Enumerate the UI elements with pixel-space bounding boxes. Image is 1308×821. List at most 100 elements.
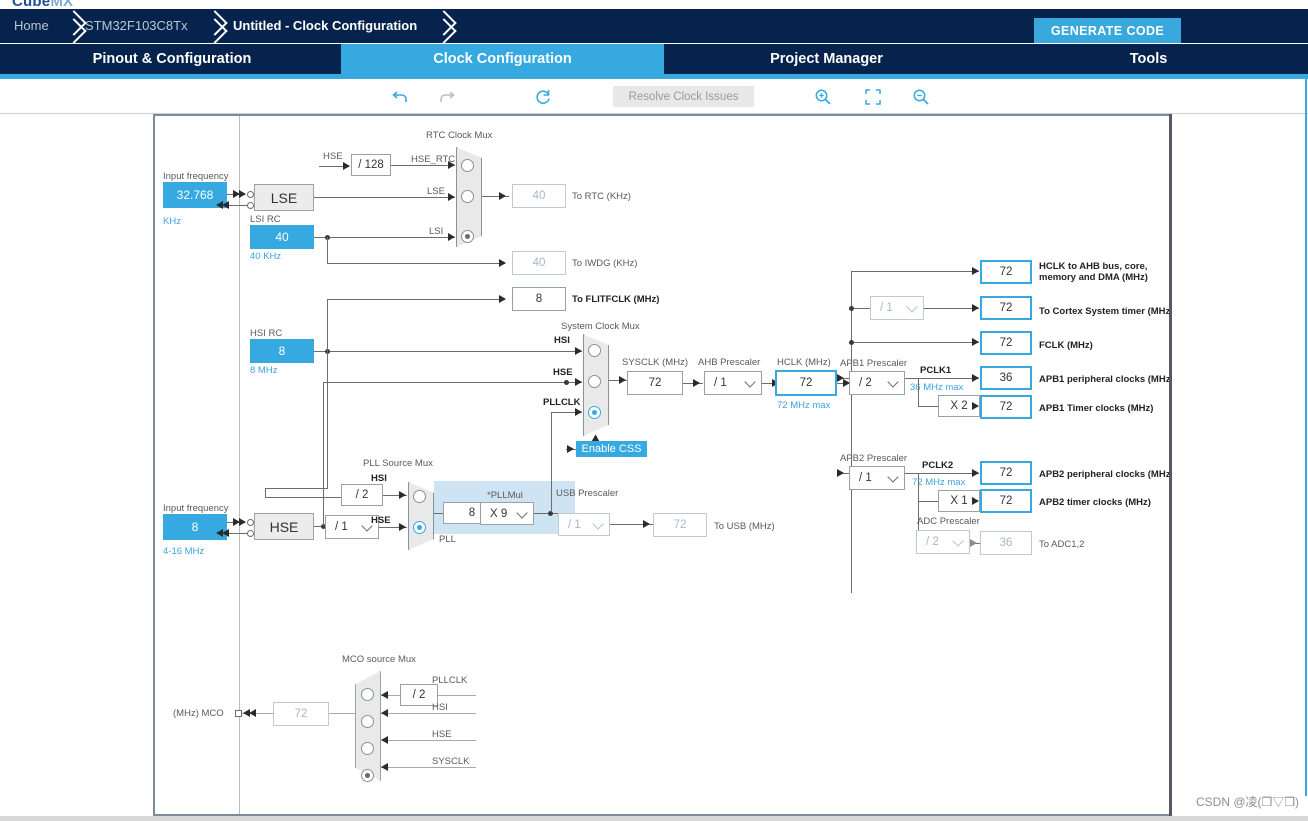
apb1-prescaler-select[interactable]: / 2 [849, 371, 905, 395]
enable-css-button[interactable]: Enable CSS [576, 441, 647, 457]
sysclk-value: 72 [627, 371, 683, 395]
sysclk-mux-radio-hse[interactable] [588, 375, 601, 388]
chevron-down-icon [592, 517, 604, 530]
wire [381, 713, 476, 714]
adc-prescaler-select[interactable]: / 2 [916, 530, 970, 554]
breadcrumb-item-home[interactable]: Home [14, 9, 49, 43]
wire [905, 378, 979, 379]
arrow [970, 539, 977, 547]
apb1-prescaler-title: APB1 Prescaler [840, 358, 908, 369]
hse-oscillator-box[interactable]: HSE [254, 513, 314, 540]
lsi-title-label: LSI RC [250, 214, 281, 225]
fclk-value: 72 [980, 331, 1032, 355]
arrow [972, 304, 979, 312]
wire [327, 299, 505, 300]
adc-label: To ADC1,2 [1039, 539, 1085, 550]
redo-icon [437, 87, 457, 107]
wire [265, 488, 327, 489]
resolve-clock-issues-button[interactable]: Resolve Clock Issues [613, 86, 754, 107]
wire [918, 406, 938, 407]
mco-mux-input-label-hse: HSE [432, 729, 452, 740]
mco-source-mux-title: MCO source Mux [342, 654, 416, 665]
pll-hsi-divider: / 2 [341, 484, 383, 506]
wire [918, 378, 919, 407]
sysclk-mux-radio-pllclk[interactable] [588, 406, 601, 419]
tab-clock-configuration[interactable]: Clock Configuration [341, 44, 664, 74]
tab-pinout-configuration[interactable]: Pinout & Configuration [3, 44, 341, 74]
to-rtc-value: 40 [512, 184, 566, 208]
rtc-mux-radio-hse-rtc[interactable] [461, 159, 474, 172]
apb2-prescaler-select[interactable]: / 1 [849, 466, 905, 490]
wire [327, 299, 328, 351]
apb2-timer-label: APB2 timer clocks (MHz) [1039, 497, 1151, 508]
mco-pin [235, 710, 242, 717]
mco-mux-radio-hsi[interactable] [361, 715, 374, 728]
apb1-prescaler-value: / 2 [859, 377, 872, 389]
junction-dot [849, 340, 854, 345]
ahb-prescaler-value: / 1 [714, 377, 727, 389]
breadcrumb: Home STM32F103C8Tx Untitled - Clock Conf… [0, 9, 1308, 43]
zoom-out-icon[interactable] [911, 87, 931, 107]
mco-mux-input-label-sysclk: SYSCLK [432, 756, 470, 767]
sysclk-mux-radio-hsi[interactable] [588, 344, 601, 357]
mco-mux-radio-hse[interactable] [361, 742, 374, 755]
pll-source-mux-title: PLL Source Mux [363, 458, 433, 469]
tab-tools[interactable]: Tools [989, 44, 1308, 74]
undo-icon[interactable] [390, 87, 410, 107]
clock-tree-canvas[interactable]: Input frequency 32.768 KHz LSE LSI RC 40… [153, 114, 1171, 816]
sysclk-mux-input-label-pllclk: PLLCLK [543, 397, 581, 408]
arrow [448, 193, 455, 201]
zoom-in-icon[interactable] [813, 87, 833, 107]
rtc-mux-radio-lse[interactable] [461, 190, 474, 203]
mco-mux-input-label-hsi: HSI [432, 702, 448, 713]
mco-mux-radio-pllclk[interactable] [361, 688, 374, 701]
arrow [643, 520, 650, 528]
rtc-mux-radio-lsi[interactable] [461, 230, 474, 243]
hclk-ahb-bus-label: HCLK to AHB bus, core, memory and DMA (M… [1039, 261, 1148, 283]
mco-mux-radio-sysclk[interactable] [361, 769, 374, 782]
arrow [499, 295, 506, 303]
wire [438, 695, 476, 696]
arrow [972, 497, 979, 505]
breadcrumb-item-mcu[interactable]: STM32F103C8Tx [85, 9, 188, 43]
arrow [239, 518, 246, 526]
wire [227, 205, 249, 206]
tab-project-manager[interactable]: Project Manager [664, 44, 989, 74]
hse-range-label: 4-16 MHz [163, 546, 205, 557]
arrow [399, 523, 406, 531]
apb2-peripheral-value: 72 [980, 461, 1032, 485]
breadcrumb-chevron-icon [432, 9, 458, 43]
adc-prescaler-title: ADC Prescaler [917, 516, 980, 527]
ahb-prescaler-select[interactable]: / 1 [704, 371, 762, 395]
hsi-note-label: 8 MHz [250, 365, 278, 376]
lse-oscillator-box[interactable]: LSE [254, 184, 314, 211]
to-usb-label: To USB (MHz) [714, 521, 775, 532]
hsi-value-field: 8 [250, 339, 314, 363]
arrow [381, 763, 388, 771]
arrow [249, 709, 256, 717]
cortex-timer-prescaler-select[interactable]: / 1 [870, 296, 924, 320]
pll-mux-input-label-hsi: HSI [371, 473, 387, 484]
pllmul-select[interactable]: X 9 [480, 502, 534, 525]
reset-icon[interactable] [533, 87, 553, 107]
arrow [837, 469, 844, 477]
arrow [239, 190, 246, 198]
junction-dot [849, 306, 854, 311]
arrow [619, 376, 626, 384]
pllmul-title: *PLLMul [487, 490, 523, 501]
wire [381, 767, 476, 768]
generate-code-button[interactable]: GENERATE CODE [1034, 18, 1181, 43]
pll-mux-radio-hsi[interactable] [413, 490, 426, 503]
wire [924, 308, 979, 309]
wire [265, 497, 341, 498]
pll-mux-radio-hse[interactable] [413, 521, 426, 534]
adc-value: 36 [980, 531, 1032, 555]
adc-prescaler-value: / 2 [926, 536, 939, 548]
fit-to-screen-icon[interactable] [863, 87, 883, 107]
arrow [222, 529, 229, 537]
wire [314, 351, 582, 352]
chevron-down-icon [952, 535, 964, 547]
chevron-down-icon [887, 471, 899, 483]
usb-prescaler-select[interactable]: / 1 [558, 513, 610, 536]
cortex-timer-label: To Cortex System timer (MHz) [1039, 306, 1171, 317]
